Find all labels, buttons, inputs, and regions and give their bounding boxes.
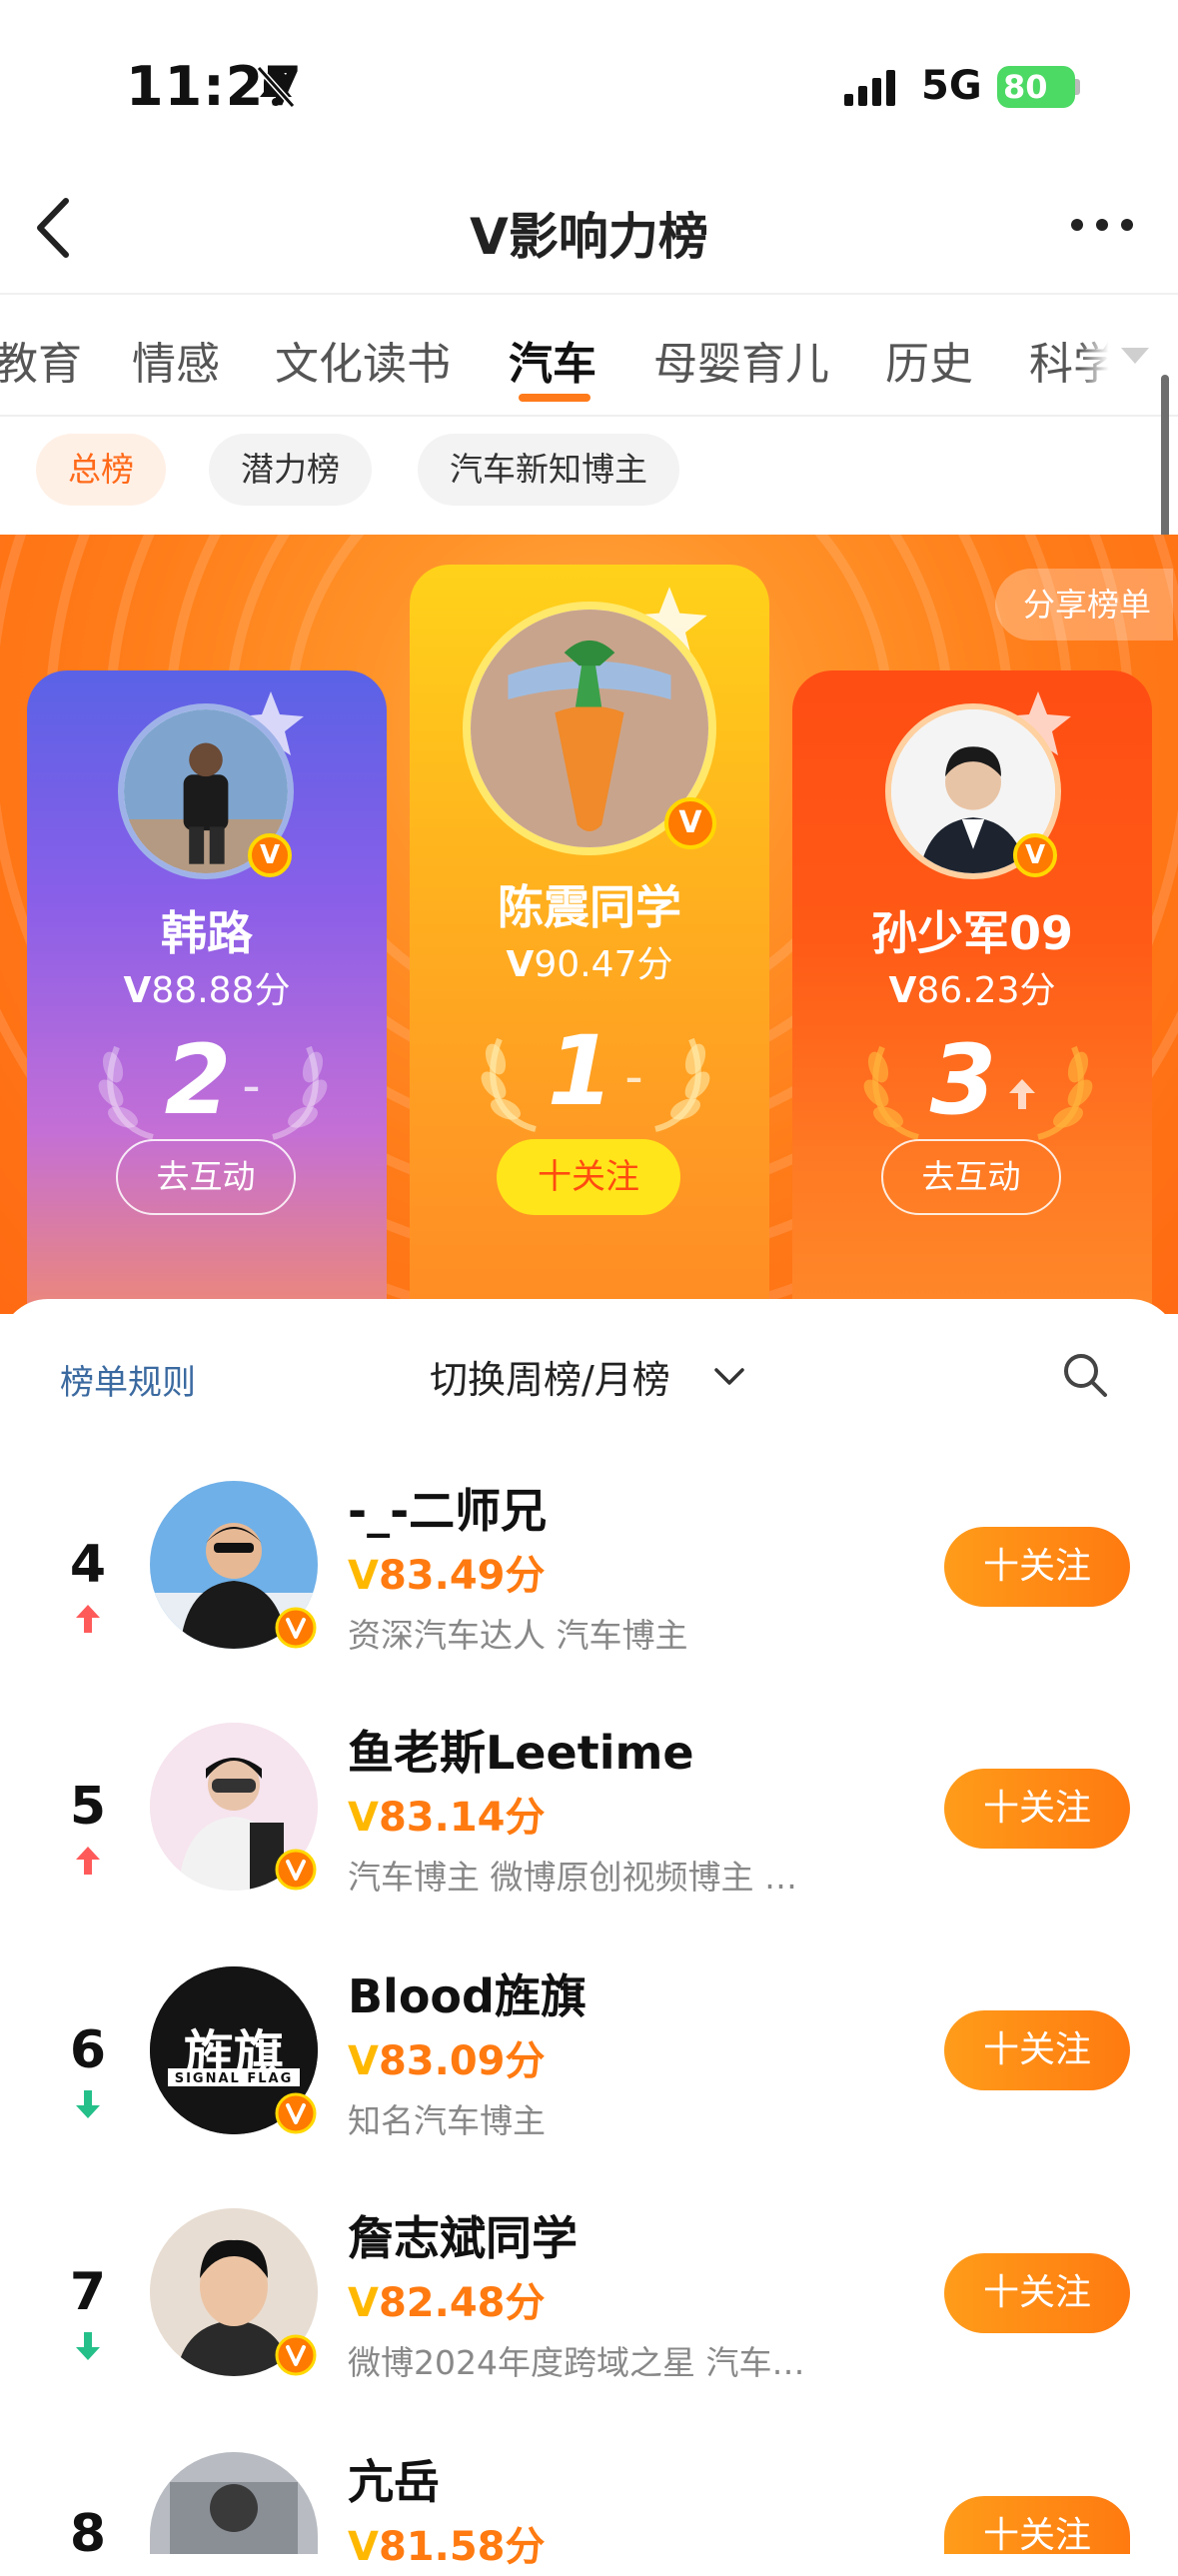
podium-name-3: 孙少军09	[870, 906, 1073, 960]
category-tabs: 教育 情感 文化读书 汽车 母婴育儿 历史 科学	[0, 296, 1178, 416]
list-rank: 4	[69, 1535, 107, 1595]
bell-off-icon	[256, 65, 296, 109]
v-score-icon: V	[348, 1553, 379, 1599]
podium-name-2: 韩路	[161, 906, 253, 960]
rank-up-arrow-icon	[76, 1605, 100, 1633]
list-rank: 8	[69, 2504, 107, 2564]
rank-up-arrow-icon	[76, 1847, 100, 1875]
podium-rank-2: 2	[164, 1024, 232, 1136]
podium-score-1: V90.47分	[410, 935, 769, 987]
signal-icon	[844, 70, 895, 106]
list-name[interactable]: 鱼老斯Leetime	[348, 1717, 694, 1783]
list-score: V83.49分	[348, 1543, 546, 1601]
subtab-overall[interactable]: 总榜	[36, 434, 166, 506]
list-desc: 微博2024年度跨域之星 汽车…	[348, 2343, 805, 2382]
list-score: V81.58分	[348, 2514, 546, 2572]
verified-badge-icon	[275, 2334, 317, 2376]
podium-rank-3: 3	[929, 1024, 997, 1136]
list-score-value: 83.49分	[378, 1553, 546, 1599]
chevron-down-icon[interactable]	[713, 1367, 745, 1387]
verified-badge-icon: V	[248, 833, 292, 877]
list-name[interactable]: 亢岳	[348, 2446, 440, 2512]
follow-button-1[interactable]: 十关注	[497, 1139, 680, 1215]
rank-up-arrow-icon	[1009, 1079, 1035, 1109]
network-type: 5G	[921, 63, 982, 109]
nav-divider	[0, 293, 1178, 295]
follow-button[interactable]: 十关注	[944, 1527, 1130, 1607]
subtab-auto-new-knowledge[interactable]: 汽车新知博主	[418, 434, 679, 506]
subtab-potential[interactable]: 潜力榜	[209, 434, 372, 506]
v-score-icon: V	[506, 944, 535, 985]
list-name[interactable]: 詹志斌同学	[348, 2202, 578, 2268]
list-name[interactable]: -_-二师兄	[348, 1475, 547, 1541]
list-score: V83.09分	[348, 2028, 546, 2086]
tabs-divider	[0, 415, 1178, 417]
verified-badge-icon	[275, 1607, 317, 1649]
list-score-value: 83.14分	[378, 1795, 546, 1841]
rank-trend-flat: –	[625, 1058, 642, 1098]
podium-score-3-value: 86.23分	[916, 970, 1056, 1011]
follow-button[interactable]: 十关注	[944, 2010, 1130, 2090]
follow-button[interactable]: 十关注	[944, 2253, 1130, 2333]
verified-badge-icon	[275, 1849, 317, 1891]
list-score-value: 83.09分	[378, 2038, 546, 2084]
podium-name-1: 陈震同学	[498, 880, 681, 934]
interact-button-3[interactable]: 去互动	[881, 1139, 1061, 1215]
v-score-icon: V	[348, 2524, 379, 2570]
avatar-logo-subtext: SIGNAL FLAG	[174, 2071, 294, 2086]
list-rank: 7	[69, 2262, 107, 2322]
tab-emotion[interactable]: 情感	[132, 328, 220, 392]
v-score-icon: V	[348, 1795, 379, 1841]
list-score: V83.14分	[348, 1785, 546, 1843]
verified-badge-icon: V	[1013, 833, 1057, 877]
podium-score-1-value: 90.47分	[534, 944, 673, 985]
battery-level: 80	[1003, 68, 1048, 106]
share-ranking-button[interactable]: 分享榜单	[995, 569, 1174, 641]
tab-history[interactable]: 历史	[885, 328, 973, 392]
list-score-value: 81.58分	[378, 2524, 546, 2570]
list-rank: 6	[69, 2020, 107, 2080]
tab-auto[interactable]: 汽车	[509, 328, 596, 392]
list-desc: 知名汽车博主	[348, 2101, 546, 2140]
expand-tabs-icon[interactable]	[1117, 340, 1153, 370]
scrollbar[interactable]	[1161, 375, 1169, 555]
list-desc: 汽车博主 微博原创视频博主 …	[348, 1858, 797, 1897]
ranking-rules-link[interactable]: 榜单规则	[60, 1355, 196, 1404]
tab-education[interactable]: 教育	[0, 328, 82, 392]
follow-button[interactable]: 十关注	[944, 2496, 1130, 2556]
podium-score-2: V88.88分	[27, 961, 387, 1013]
v-score-icon: V	[888, 970, 917, 1011]
list-rank: 5	[69, 1777, 107, 1837]
rank-trend-flat: –	[243, 1067, 260, 1107]
tab-culture-reading[interactable]: 文化读书	[275, 328, 451, 392]
v-score-icon: V	[348, 2280, 379, 2326]
v-score-icon: V	[123, 970, 152, 1011]
list-name[interactable]: Blood旌旗	[348, 1960, 587, 2026]
battery-nub	[1075, 79, 1080, 95]
battery-indicator: 80	[997, 66, 1075, 108]
podium-score-2-value: 88.88分	[151, 970, 291, 1011]
follow-button[interactable]: 十关注	[944, 1769, 1130, 1849]
verified-badge-icon: V	[664, 797, 716, 849]
tab-parenting[interactable]: 母婴育儿	[653, 328, 829, 392]
page-title: V影响力榜	[470, 208, 708, 266]
rank-down-arrow-icon	[76, 2090, 100, 2118]
switch-week-month[interactable]: 切换周榜/月榜	[430, 1349, 670, 1404]
podium-rank-1: 1	[547, 1015, 614, 1127]
search-icon[interactable]	[1061, 1351, 1109, 1399]
v-score-icon: V	[348, 2038, 379, 2084]
podium-score-3: V86.23分	[792, 961, 1152, 1013]
more-icon[interactable]	[1067, 205, 1137, 245]
verified-badge-icon	[275, 2092, 317, 2134]
list-desc: 资深汽车达人 汽车博主	[348, 1616, 688, 1655]
active-tab-indicator	[519, 394, 590, 402]
interact-button-2[interactable]: 去互动	[116, 1139, 296, 1215]
rank-down-arrow-icon	[76, 2332, 100, 2360]
list-score-value: 82.48分	[378, 2280, 546, 2326]
list-score: V82.48分	[348, 2270, 546, 2328]
